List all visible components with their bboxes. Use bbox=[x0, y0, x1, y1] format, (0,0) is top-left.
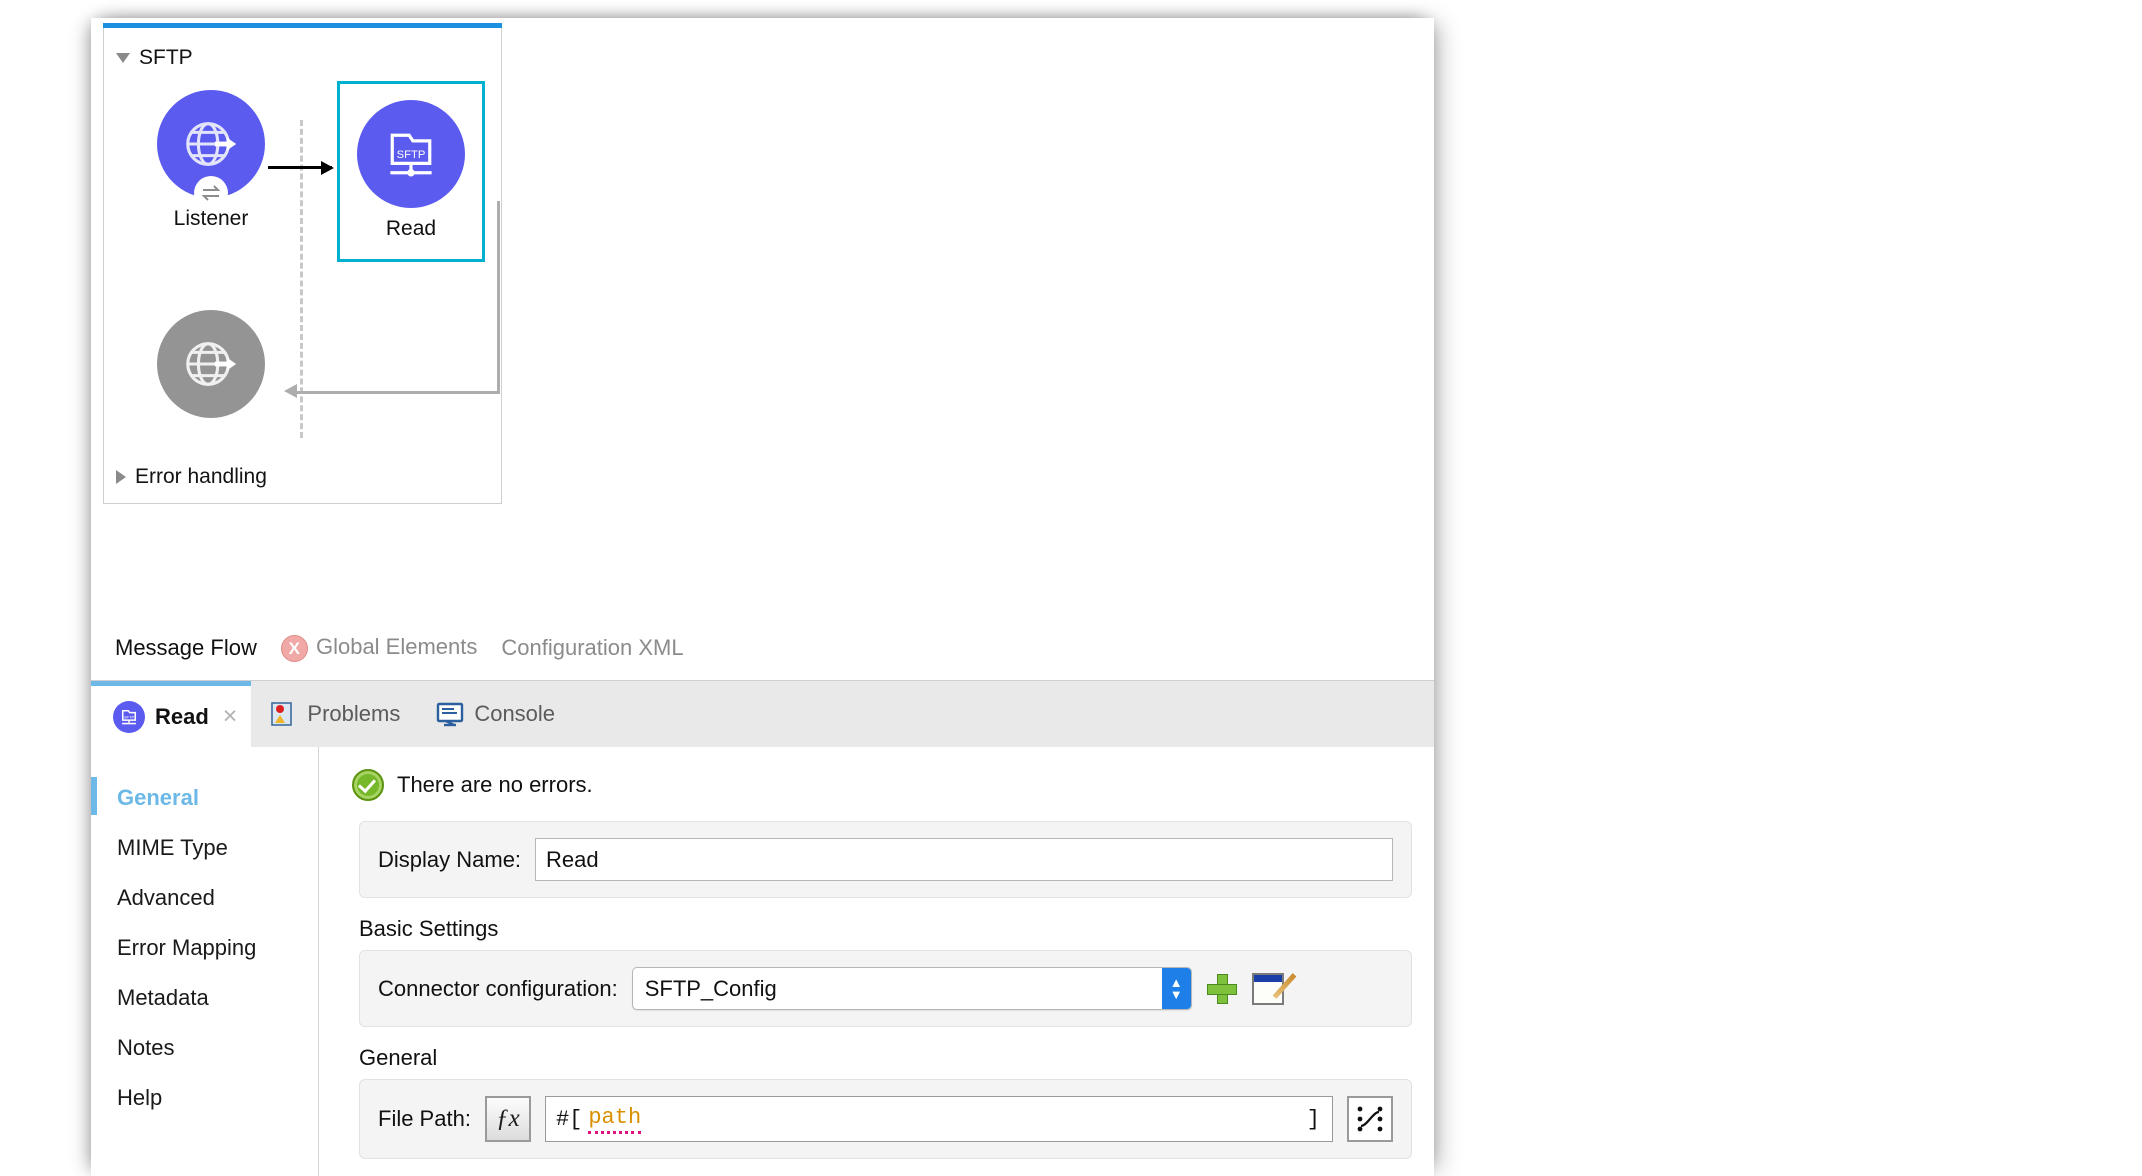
editor-view-tabs[interactable]: Message Flow X Global Elements Configura… bbox=[91, 616, 1434, 680]
sidebar-item-help[interactable]: Help bbox=[91, 1073, 318, 1123]
close-icon[interactable]: × bbox=[223, 704, 238, 729]
display-name-label: Display Name: bbox=[378, 847, 521, 873]
connector-loopback-horizontal bbox=[289, 391, 500, 394]
svg-text:SFTP: SFTP bbox=[397, 149, 426, 161]
general-section-title: General bbox=[359, 1045, 1434, 1071]
plus-icon[interactable] bbox=[1206, 973, 1238, 1005]
read-node-circle[interactable]: SFTP bbox=[357, 100, 465, 208]
expression-keyword: path bbox=[588, 1105, 641, 1134]
error-handling-section[interactable]: Error handling bbox=[116, 465, 267, 489]
flow-node-error-listener[interactable] bbox=[150, 310, 272, 418]
display-name-input[interactable]: Read bbox=[535, 838, 1393, 881]
fx-toggle-button[interactable]: ƒx bbox=[485, 1096, 531, 1142]
globe-arrow-icon bbox=[180, 333, 242, 395]
panel-tab-bar[interactable]: SFTP Read × Problems bbox=[91, 681, 1434, 747]
listener-node-circle[interactable] bbox=[157, 90, 265, 198]
console-glyph-icon bbox=[436, 700, 464, 728]
error-node-circle[interactable] bbox=[157, 310, 265, 418]
tab-global-elements-label: Global Elements bbox=[316, 634, 477, 659]
panel-tab-console-label: Console bbox=[474, 701, 555, 727]
sidebar-item-mime-type[interactable]: MIME Type bbox=[91, 823, 318, 873]
sidebar-item-metadata[interactable]: Metadata bbox=[91, 973, 318, 1023]
expression-suffix: ] bbox=[1307, 1107, 1320, 1132]
panel-tab-problems-label: Problems bbox=[307, 701, 400, 727]
sidebar-item-notes[interactable]: Notes bbox=[91, 1023, 318, 1073]
tab-message-flow[interactable]: Message Flow bbox=[103, 635, 269, 661]
panel-tab-read[interactable]: SFTP Read × bbox=[91, 681, 251, 747]
sftp-read-icon: SFTP bbox=[113, 701, 145, 733]
flow-node-read[interactable]: SFTP Read bbox=[350, 100, 472, 241]
connector-configuration-select[interactable]: SFTP_Config ▲ ▼ bbox=[632, 967, 1192, 1010]
connector-configuration-value: SFTP_Config bbox=[645, 976, 777, 1002]
flow-node-listener[interactable]: Listener bbox=[150, 90, 272, 231]
tab-global-elements[interactable]: X Global Elements bbox=[269, 634, 490, 662]
success-check-icon bbox=[352, 769, 384, 801]
bottom-panel: SFTP Read × Problems bbox=[91, 680, 1434, 1176]
sftp-folder-monitor-icon: SFTP bbox=[381, 124, 441, 184]
flow-container[interactable]: SFTP bbox=[103, 28, 502, 504]
connector-arrow-listener-to-read bbox=[268, 166, 332, 169]
console-icon bbox=[436, 700, 464, 728]
exchange-arrows-icon bbox=[199, 181, 223, 205]
flow-name: SFTP bbox=[139, 46, 193, 70]
connector-loopback-vertical bbox=[497, 201, 500, 394]
edit-icon[interactable] bbox=[1252, 973, 1284, 1005]
error-handling-label: Error handling bbox=[135, 465, 267, 489]
datasense-glyph-icon bbox=[1355, 1104, 1385, 1134]
sftp-read-glyph-icon: SFTP bbox=[119, 707, 139, 727]
flow-header[interactable]: SFTP bbox=[116, 46, 193, 70]
listener-badge bbox=[194, 176, 228, 210]
chevron-up-icon: ▲ bbox=[1170, 978, 1183, 988]
panel-tab-read-label: Read bbox=[155, 704, 209, 730]
triangle-down-icon[interactable] bbox=[116, 53, 130, 63]
properties-body: General MIME Type Advanced Error Mapping… bbox=[91, 747, 1434, 1176]
general-fieldset: File Path: ƒx #[ path ] bbox=[359, 1079, 1412, 1159]
panel-tab-problems[interactable]: Problems bbox=[251, 681, 418, 747]
triangle-right-icon[interactable] bbox=[116, 470, 126, 484]
sidebar-item-advanced[interactable]: Advanced bbox=[91, 873, 318, 923]
svg-text:SFTP: SFTP bbox=[124, 714, 135, 719]
properties-sidebar[interactable]: General MIME Type Advanced Error Mapping… bbox=[91, 747, 319, 1176]
file-path-input[interactable]: #[ path ] bbox=[545, 1096, 1333, 1142]
error-circle-icon: X bbox=[281, 635, 308, 662]
globe-arrow-icon bbox=[180, 113, 242, 175]
file-path-label: File Path: bbox=[378, 1106, 471, 1132]
chevron-down-icon: ▼ bbox=[1170, 990, 1183, 1000]
problems-icon bbox=[269, 700, 297, 728]
problems-glyph-icon bbox=[269, 700, 297, 728]
status-text: There are no errors. bbox=[397, 772, 593, 798]
listener-node-label: Listener bbox=[150, 207, 272, 231]
sidebar-item-general[interactable]: General bbox=[91, 773, 318, 823]
expression-prefix: #[ bbox=[556, 1107, 582, 1132]
sidebar-item-error-mapping[interactable]: Error Mapping bbox=[91, 923, 318, 973]
status-message: There are no errors. bbox=[337, 769, 1434, 801]
connector-loopback-arrowhead bbox=[284, 384, 297, 398]
read-node-label: Read bbox=[350, 217, 472, 241]
mule-studio-window: SFTP bbox=[91, 18, 1434, 1176]
basic-settings-fieldset: Connector configuration: SFTP_Config ▲ ▼ bbox=[359, 950, 1412, 1027]
tab-configuration-xml[interactable]: Configuration XML bbox=[489, 635, 695, 661]
datasense-transform-icon[interactable] bbox=[1347, 1096, 1393, 1142]
display-name-fieldset: Display Name: Read bbox=[359, 821, 1412, 898]
basic-settings-title: Basic Settings bbox=[359, 916, 1434, 942]
chevron-updown-icon[interactable]: ▲ ▼ bbox=[1162, 968, 1191, 1009]
connector-configuration-label: Connector configuration: bbox=[378, 976, 618, 1002]
panel-tab-console[interactable]: Console bbox=[418, 681, 573, 747]
properties-content: There are no errors. Display Name: Read … bbox=[319, 747, 1434, 1176]
message-flow-canvas[interactable]: SFTP bbox=[91, 18, 1434, 680]
